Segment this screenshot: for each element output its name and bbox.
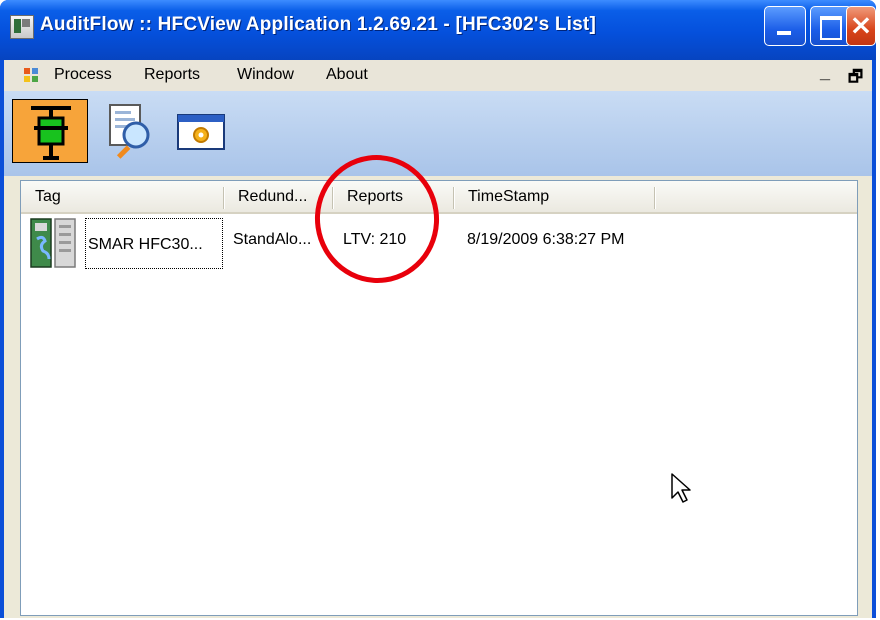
report-search-tool-button[interactable] xyxy=(102,101,162,161)
device-tag-icon xyxy=(31,106,71,160)
settings-window-icon xyxy=(177,114,225,150)
window-title: AuditFlow :: HFCView Application 1.2.69.… xyxy=(40,14,596,35)
menu-bar: Process Reports Window About _ 🗗 xyxy=(4,60,872,91)
app-icon[interactable] xyxy=(10,15,34,39)
list-row[interactable]: SMAR HFC30... StandAlo... LTV: 210 8/19/… xyxy=(21,217,857,269)
settings-window-tool-button[interactable] xyxy=(174,101,234,161)
menu-reports[interactable]: Reports xyxy=(144,66,200,84)
menu-process[interactable]: Process xyxy=(54,66,112,84)
cell-tag[interactable]: SMAR HFC30... xyxy=(85,218,223,269)
hfc-device-icon xyxy=(30,218,76,268)
cell-redundancy: StandAlo... xyxy=(233,231,312,248)
menu-about[interactable]: About xyxy=(326,66,368,84)
close-icon: × xyxy=(849,8,873,41)
maximize-icon xyxy=(811,7,851,45)
hfc-list[interactable]: Tag Redund... Reports TimeStamp SMAR HFC… xyxy=(20,180,858,616)
toolbar xyxy=(4,91,872,177)
minimize-button[interactable] xyxy=(764,6,806,46)
app-window: AuditFlow :: HFCView Application 1.2.69.… xyxy=(0,0,876,618)
mouse-pointer-icon xyxy=(671,473,691,503)
column-header-tag[interactable]: Tag xyxy=(21,181,221,212)
column-divider[interactable] xyxy=(654,187,655,209)
list-header: Tag Redund... Reports TimeStamp xyxy=(21,181,857,214)
mdi-minimize-button[interactable]: _ xyxy=(820,62,830,83)
minimize-icon xyxy=(765,7,805,45)
menu-window[interactable]: Window xyxy=(237,66,294,84)
mdi-restore-button[interactable]: 🗗 xyxy=(848,66,863,93)
device-tag-tool-button[interactable] xyxy=(12,99,88,163)
report-search-icon xyxy=(109,104,150,159)
close-button[interactable]: × xyxy=(846,6,876,46)
title-bar[interactable]: AuditFlow :: HFCView Application 1.2.69.… xyxy=(0,0,876,60)
list-view-panel: Tag Redund... Reports TimeStamp SMAR HFC… xyxy=(4,176,872,618)
mdi-child-icon[interactable] xyxy=(24,68,38,82)
cell-timestamp: 8/19/2009 6:38:27 PM xyxy=(467,231,625,248)
column-header-timestamp[interactable]: TimeStamp xyxy=(454,181,654,212)
